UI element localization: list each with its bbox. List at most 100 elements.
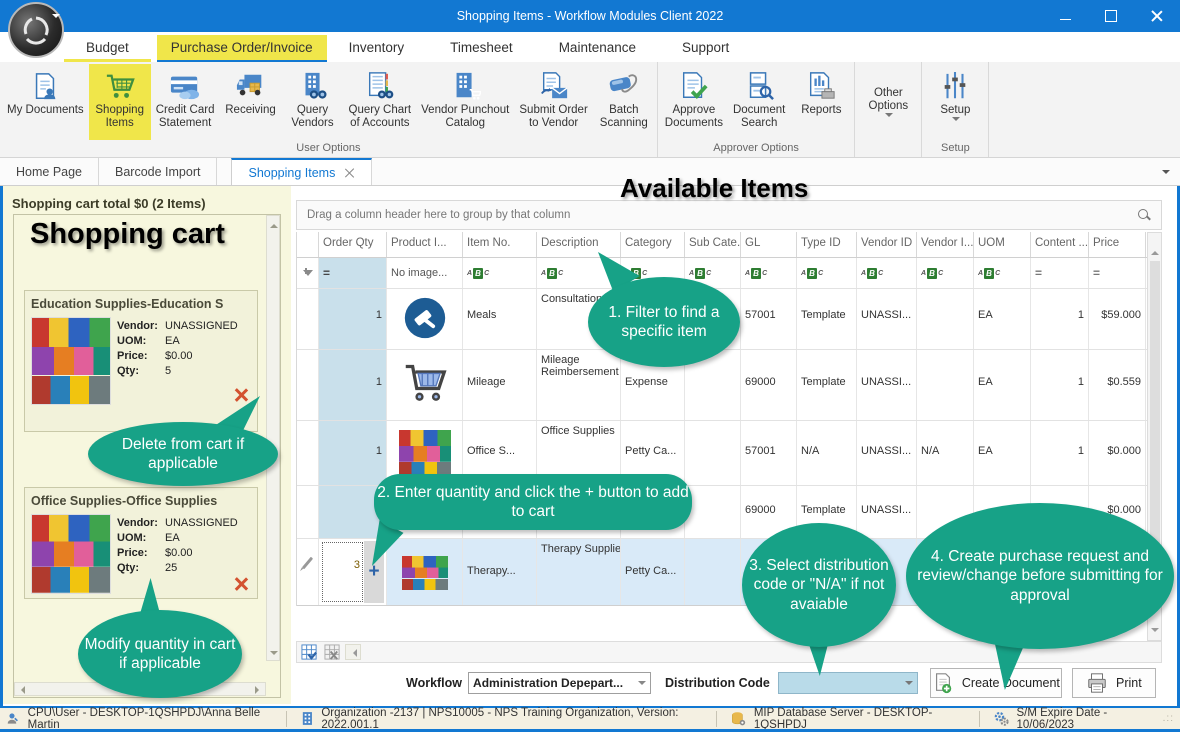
group-label-approver-options: Approver Options (660, 140, 853, 157)
cart-item-price: $0.00 (165, 547, 193, 559)
user-status-icon (6, 711, 20, 726)
submit-order-icon (538, 68, 570, 104)
cart-item-vendor: UNASSIGNED (165, 517, 238, 529)
col-description[interactable]: Description (537, 232, 621, 257)
workflow-label: Workflow (406, 676, 462, 690)
ribbon-group-other: Other Options (855, 62, 922, 157)
shopping-items-icon (104, 68, 136, 104)
grid-clear-icon[interactable] (324, 644, 341, 661)
office-supplies-product-image (399, 430, 451, 478)
cart-product-image (401, 361, 449, 405)
distribution-code-select[interactable] (778, 672, 918, 694)
approve-documents-button[interactable]: Approve Documents (660, 64, 728, 140)
grid-row-mileage[interactable]: 1 Mileage Mileage Reimbersement Expense … (297, 350, 1148, 421)
resize-grip[interactable]: .:: (1163, 713, 1174, 724)
document-search-button[interactable]: Document Search (728, 64, 790, 140)
filter-uom[interactable]: ABC (974, 258, 1031, 288)
query-chart-of-accounts-button[interactable]: Query Chart of Accounts (344, 64, 417, 140)
app-logo-icon[interactable] (8, 2, 64, 58)
col-type-id[interactable]: Type ID (797, 232, 857, 257)
order-qty-input[interactable]: 3 (321, 541, 364, 603)
batch-scanning-button[interactable]: Batch Scanning (593, 64, 655, 140)
workflow-select[interactable]: Administration Depepart... (468, 672, 651, 694)
col-category[interactable]: Category (621, 232, 685, 257)
my-documents-button[interactable]: My Documents (2, 64, 89, 140)
tab-support[interactable]: Support (668, 35, 743, 60)
filter-content[interactable]: = (1031, 258, 1089, 288)
filter-product[interactable]: No image... (387, 258, 463, 288)
grid-check-icon[interactable] (301, 644, 318, 661)
abc-filter-icon: ABC (467, 268, 489, 279)
abc-filter-icon: ABC (745, 268, 767, 279)
chevron-down-icon (885, 113, 893, 121)
filter-vendor-info[interactable]: ABC (917, 258, 974, 288)
doc-tab-shopping-items[interactable]: Shopping Items (231, 158, 372, 185)
query-vendors-button[interactable]: Query Vendors (282, 64, 344, 140)
grid-filter-row: = No image... ABC ABC ABC ABC ABC ABC AB… (297, 258, 1148, 289)
tab-purchase-order-invoice[interactable]: Purchase Order/Invoice (157, 35, 327, 60)
chevron-down-icon (952, 117, 960, 125)
ribbon: My Documents Shopping Items Credit Card … (0, 62, 1180, 158)
col-sub-category[interactable]: Sub Cate... (685, 232, 741, 257)
organization-status-icon (301, 711, 314, 726)
filter-vendor-id[interactable]: ABC (857, 258, 917, 288)
tab-close-icon[interactable] (345, 168, 355, 178)
abc-filter-icon: ABC (689, 268, 711, 279)
tab-list-caret-icon[interactable] (1162, 170, 1170, 178)
group-by-bar[interactable]: Drag a column header here to group by th… (296, 200, 1162, 230)
create-document-icon (932, 672, 954, 694)
tab-timesheet[interactable]: Timesheet (436, 35, 527, 60)
close-icon (1151, 10, 1163, 22)
printer-icon (1086, 672, 1108, 694)
logo-menu-caret-icon[interactable] (52, 14, 60, 22)
cart-item-education-supplies[interactable]: Education Supplies-Education S Vendor:UN… (24, 290, 258, 432)
title-bar: Shopping Items - Workflow Modules Client… (0, 0, 1180, 32)
col-vendor-info[interactable]: Vendor I... (917, 232, 974, 257)
tab-inventory[interactable]: Inventory (335, 35, 419, 60)
grid-hscroll-left-arrow[interactable] (345, 644, 361, 660)
search-icon[interactable] (1137, 208, 1151, 222)
receiving-button[interactable]: Receiving (220, 64, 282, 140)
close-button[interactable] (1134, 0, 1180, 32)
col-uom[interactable]: UOM (974, 232, 1031, 257)
col-content[interactable]: Content ... (1031, 232, 1089, 257)
submit-order-to-vendor-button[interactable]: Submit Order to Vendor (514, 64, 592, 140)
print-button[interactable]: Print (1072, 668, 1156, 698)
shopping-items-button[interactable]: Shopping Items (89, 64, 151, 140)
col-order-qty[interactable]: Order Qty (319, 232, 387, 257)
doc-tab-home-page[interactable]: Home Page (0, 158, 99, 185)
col-product[interactable]: Product I... (387, 232, 463, 257)
delete-from-cart-icon[interactable] (233, 576, 249, 592)
filter-price[interactable]: = (1089, 258, 1146, 288)
filter-type-id[interactable]: ABC (797, 258, 857, 288)
delete-from-cart-icon[interactable] (233, 387, 249, 403)
credit-card-icon (169, 68, 201, 104)
chevron-down-icon (638, 681, 646, 689)
grid-header-row: Order Qty Product I... Item No. Descript… (297, 232, 1148, 258)
create-document-button[interactable]: Create Document (930, 668, 1062, 698)
filter-order-qty[interactable]: = (319, 258, 387, 288)
minimize-button[interactable] (1042, 0, 1088, 32)
document-tab-strip: Home Page Barcode Import Shopping Items (0, 158, 1180, 186)
setup-button[interactable]: Setup (924, 64, 986, 140)
therapy-product-image (402, 556, 448, 590)
col-vendor-id[interactable]: Vendor ID (857, 232, 917, 257)
window-controls (1042, 0, 1180, 32)
cart-item-office-supplies[interactable]: Office Supplies-Office Supplies Vendor:U… (24, 487, 258, 599)
vendor-punchout-catalog-button[interactable]: Vendor Punchout Catalog (416, 64, 514, 140)
tab-budget[interactable]: Budget (72, 35, 143, 60)
filter-item-no[interactable]: ABC (463, 258, 537, 288)
cart-item-qty: 5 (165, 365, 171, 377)
col-gl[interactable]: GL (741, 232, 797, 257)
vendor-punchout-catalog-icon (449, 68, 481, 104)
other-options-button[interactable]: Other Options (857, 64, 919, 140)
filter-gl[interactable]: ABC (741, 258, 797, 288)
col-price[interactable]: Price (1089, 232, 1146, 257)
abc-filter-icon: ABC (978, 268, 1000, 279)
tab-maintenance[interactable]: Maintenance (545, 35, 650, 60)
col-item-no[interactable]: Item No. (463, 232, 537, 257)
maximize-button[interactable] (1088, 0, 1134, 32)
reports-button[interactable]: Reports (790, 64, 852, 140)
credit-card-statement-button[interactable]: Credit Card Statement (151, 64, 220, 140)
doc-tab-barcode-import[interactable]: Barcode Import (99, 158, 217, 185)
